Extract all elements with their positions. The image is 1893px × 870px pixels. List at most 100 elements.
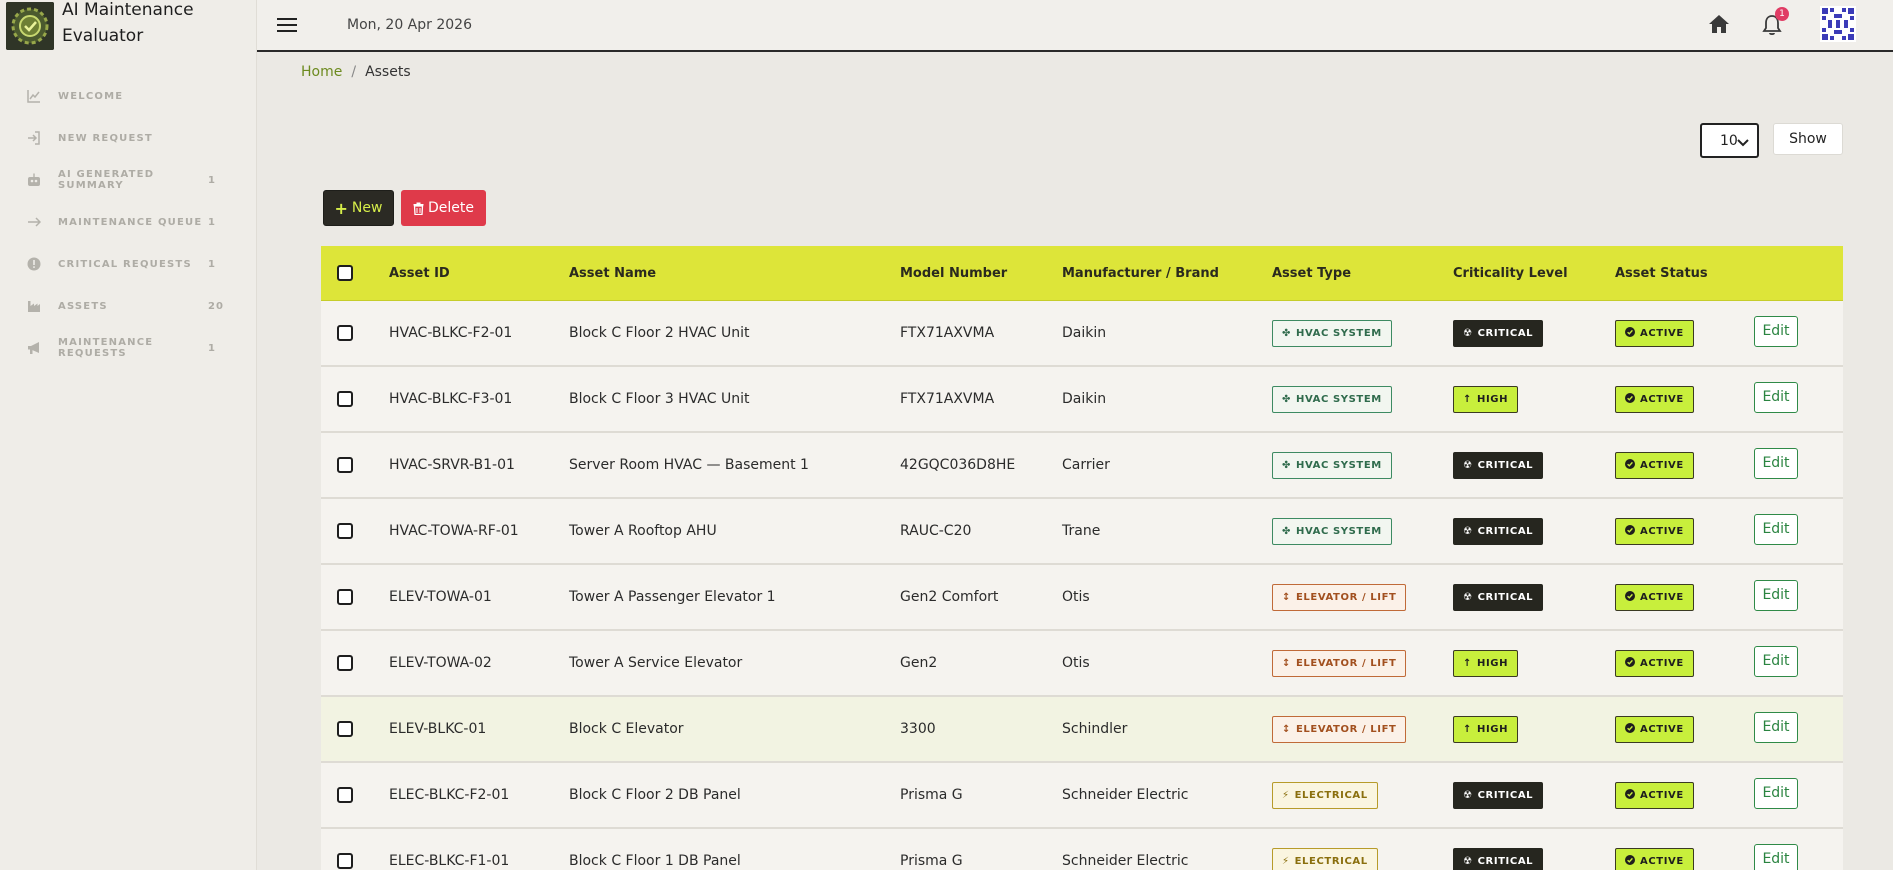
criticality-label: CRITICAL (1477, 855, 1534, 867)
criticality-label: HIGH (1476, 657, 1509, 669)
asset-type-label: HVAC SYSTEM (1295, 459, 1382, 471)
cell-asset-id: ELEC-BLKC-F1-01 (389, 853, 510, 869)
table-row: ELEV-BLKC-01 Block C Elevator 3300 Schindle… (321, 697, 1843, 763)
notifications-bell-icon[interactable]: 1 (1762, 7, 1789, 38)
sidebar-item-label: MAINTENANCE REQUESTS (58, 337, 154, 359)
cell-manufacturer: Otis (1062, 589, 1090, 605)
breadcrumb-separator: / (351, 64, 357, 80)
cell-asset-id: HVAC-BLKC-F2-01 (389, 325, 513, 341)
table-row: HVAC-TOWA-RF-01 Tower A Rooftop AHU RAUC-C… (321, 499, 1843, 565)
asset-type-label: ELEVATOR / LIFT (1295, 591, 1397, 603)
cell-asset-name: Tower A Rooftop AHU (569, 523, 717, 539)
edit-button[interactable]: Edit (1754, 447, 1798, 479)
cell-asset-name: Block C Floor 3 HVAC Unit (569, 391, 750, 407)
sidebar-item-count: 1 (208, 174, 216, 186)
criticality-label: CRITICAL (1477, 591, 1534, 603)
menu-toggle-icon[interactable] (277, 18, 297, 32)
sidebar-item-new-request[interactable]: NEW REQUEST (0, 117, 256, 159)
home-icon[interactable] (1708, 14, 1732, 38)
cell-model-number: FTX71AXVMA (900, 325, 995, 341)
cell-manufacturer: Schneider Electric (1062, 853, 1189, 869)
arrow-up-icon: ↑ (1463, 723, 1472, 735)
cell-model-number: Gen2 (900, 655, 938, 671)
sidebar-item-count: 20 (208, 300, 224, 312)
asset-type-badge: ✤ HVAC SYSTEM (1272, 517, 1392, 545)
column-header-asset-status[interactable]: Asset Status (1615, 266, 1754, 281)
edit-button[interactable]: Edit (1754, 711, 1798, 743)
row-checkbox[interactable] (337, 523, 353, 539)
row-checkbox[interactable] (337, 721, 353, 737)
cell-asset-name: Block C Floor 1 DB Panel (569, 853, 741, 869)
check-circle-icon (1625, 722, 1635, 736)
delete-button[interactable]: Delete (401, 190, 486, 226)
criticality-label: HIGH (1476, 723, 1509, 735)
row-checkbox[interactable] (337, 787, 353, 803)
trash-icon (413, 202, 424, 215)
column-header-asset-id[interactable]: Asset ID (389, 266, 569, 281)
edit-button[interactable]: Edit (1754, 777, 1798, 809)
sidebar-item-ai-generated-summary[interactable]: AI GENERATED SUMMARY 1 (0, 159, 256, 201)
edit-button[interactable]: Edit (1754, 843, 1798, 870)
cell-model-number: Gen2 Comfort (900, 589, 999, 605)
cell-model-number: 3300 (900, 721, 936, 737)
criticality-badge: ☢ CRITICAL (1453, 517, 1544, 545)
column-header-manufacturer[interactable]: Manufacturer / Brand (1062, 266, 1272, 281)
per-page-select[interactable]: 10 (1700, 123, 1759, 158)
new-button[interactable]: + New (323, 190, 394, 226)
cell-model-number: FTX71AXVMA (900, 391, 995, 407)
cell-asset-name: Tower A Service Elevator (569, 655, 743, 671)
row-checkbox[interactable] (337, 325, 353, 341)
asset-type-badge: ✤ HVAC SYSTEM (1272, 451, 1392, 479)
sidebar-item-critical-requests[interactable]: CRITICAL REQUESTS 1 (0, 243, 256, 285)
edit-button[interactable]: Edit (1754, 645, 1798, 677)
cell-asset-id: ELEV-TOWA-01 (389, 589, 492, 605)
sidebar-item-count: 1 (208, 258, 216, 270)
sidebar-item-maintenance-requests[interactable]: MAINTENANCE REQUESTS 1 (0, 327, 256, 369)
column-header-model-number[interactable]: Model Number (900, 266, 1062, 281)
row-checkbox[interactable] (337, 589, 353, 605)
column-header-asset-name[interactable]: Asset Name (569, 266, 900, 281)
table-row: ELEV-TOWA-01 Tower A Passenger Elevator 1… (321, 565, 1843, 631)
sidebar-item-label: NEW REQUEST (58, 132, 153, 144)
edit-button[interactable]: Edit (1754, 579, 1798, 611)
edit-button[interactable]: Edit (1754, 315, 1798, 347)
avatar[interactable] (1820, 6, 1856, 42)
breadcrumb-home-link[interactable]: Home (301, 64, 342, 80)
fan-icon: ✤ (1282, 525, 1291, 537)
status-badge: ACTIVE (1615, 385, 1694, 413)
cell-model-number: 42GQC036D8HE (900, 457, 1016, 473)
fan-icon: ✤ (1282, 393, 1291, 405)
fan-icon: ✤ (1282, 459, 1291, 471)
arrow-right-icon (26, 214, 42, 230)
edit-button[interactable]: Edit (1754, 381, 1798, 413)
row-checkbox[interactable] (337, 655, 353, 671)
cell-asset-id: ELEV-BLKC-01 (389, 721, 487, 737)
sidebar-item-maintenance-queue[interactable]: MAINTENANCE QUEUE 1 (0, 201, 256, 243)
sidebar-item-welcome[interactable]: WELCOME (0, 75, 256, 117)
asset-type-badge: ↕ ELEVATOR / LIFT (1272, 715, 1407, 743)
table-header: Asset ID Asset Name Model Number Manufac… (321, 246, 1843, 301)
row-checkbox[interactable] (337, 853, 353, 869)
column-header-asset-type[interactable]: Asset Type (1272, 266, 1453, 281)
check-circle-icon (1625, 326, 1635, 340)
row-checkbox[interactable] (337, 391, 353, 407)
cell-asset-id: ELEV-TOWA-02 (389, 655, 492, 671)
select-all-checkbox[interactable] (337, 265, 353, 281)
cell-model-number: RAUC-C20 (900, 523, 972, 539)
sidebar-nav: WELCOME NEW REQUEST AI GENERATED SUMMARY… (0, 75, 256, 369)
topbar: Mon, 20 Apr 2026 1 (257, 0, 1893, 52)
show-button[interactable]: Show (1773, 123, 1843, 155)
asset-type-badge: ⚡ ELECTRICAL (1272, 847, 1378, 870)
status-badge: ACTIVE (1615, 583, 1694, 611)
exclamation-circle-icon (26, 256, 42, 272)
check-circle-icon (1625, 854, 1635, 868)
sidebar-item-assets[interactable]: ASSETS 20 (0, 285, 256, 327)
app-title-line1: AI Maintenance (62, 0, 194, 20)
row-checkbox[interactable] (337, 457, 353, 473)
column-header-criticality[interactable]: Criticality Level (1453, 266, 1615, 281)
table-row: ELEV-TOWA-02 Tower A Service Elevator Gen2… (321, 631, 1843, 697)
table-row: ELEC-BLKC-F1-01 Block C Floor 1 DB Panel P… (321, 829, 1843, 870)
edit-button[interactable]: Edit (1754, 513, 1798, 545)
cell-asset-id: HVAC-TOWA-RF-01 (389, 523, 519, 539)
status-badge: ACTIVE (1615, 451, 1694, 479)
